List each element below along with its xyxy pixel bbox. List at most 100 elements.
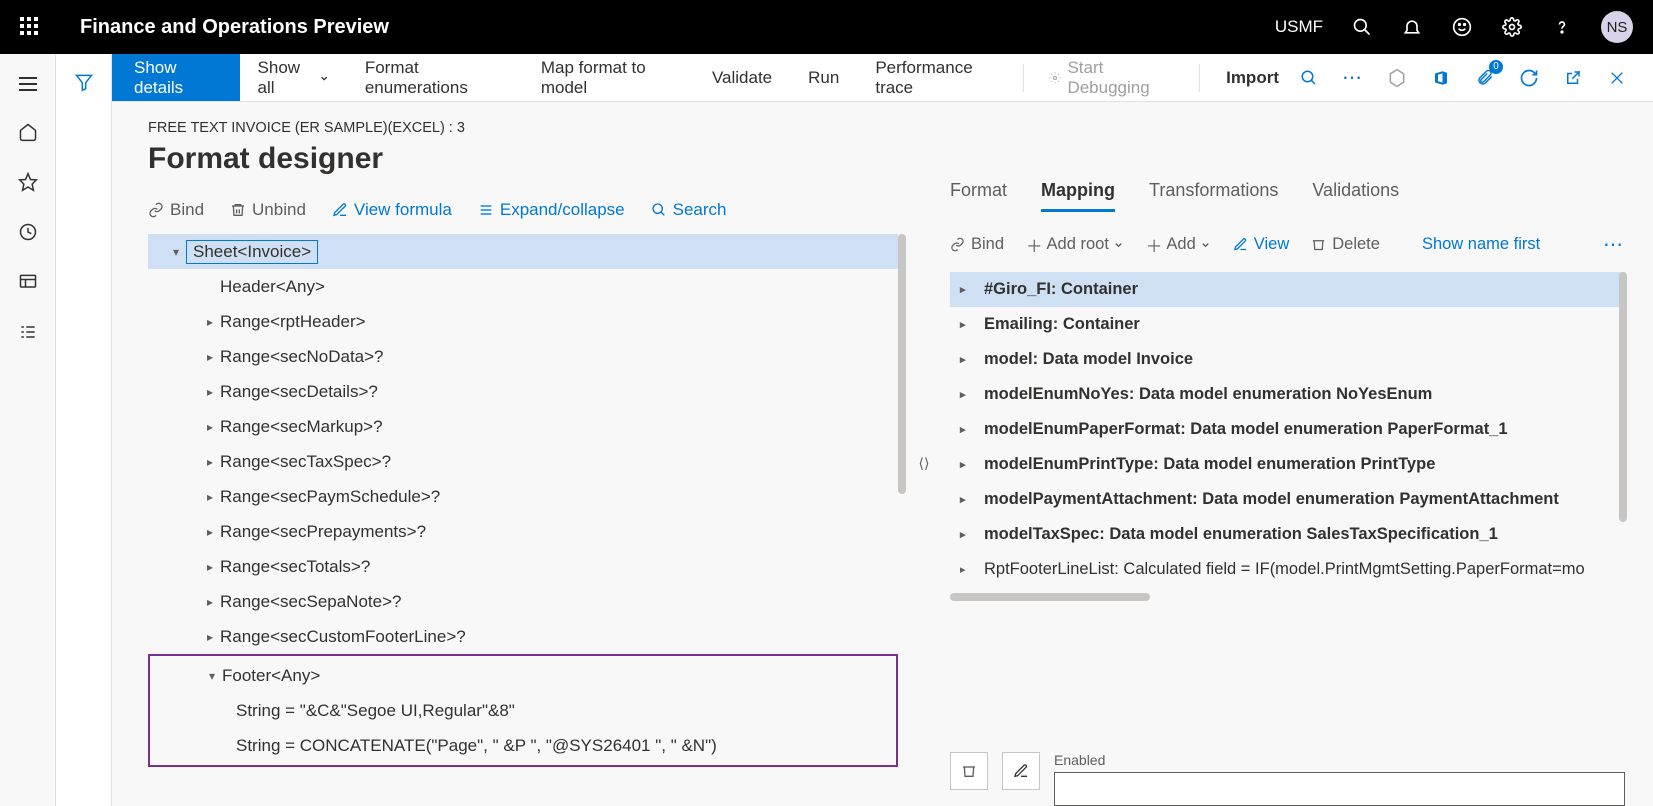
- trash-button[interactable]: [950, 752, 988, 790]
- tree-node[interactable]: ▸Range<secPrepayments>?: [148, 514, 898, 549]
- close-icon[interactable]: [1605, 66, 1629, 90]
- format-enumerations-button[interactable]: Format enumerations: [347, 54, 523, 101]
- map-node[interactable]: ▸RptFooterLineList: Calculated field = I…: [950, 552, 1625, 587]
- hamburger-icon[interactable]: [18, 76, 38, 92]
- tab-format[interactable]: Format: [950, 180, 1007, 212]
- map-delete-button[interactable]: Delete: [1311, 235, 1380, 254]
- run-button[interactable]: Run: [790, 54, 857, 101]
- map-node[interactable]: ▸modelEnumPrintType: Data model enumerat…: [950, 447, 1625, 482]
- page-title: Format designer: [148, 142, 898, 176]
- expand-collapse-button[interactable]: Expand/collapse: [478, 200, 625, 220]
- tree-node[interactable]: ▸Range<secNoData>?: [148, 339, 898, 374]
- tree-node-root[interactable]: ▾Sheet<Invoice>: [148, 234, 898, 269]
- company-code[interactable]: USMF: [1275, 17, 1323, 37]
- tab-mapping[interactable]: Mapping: [1041, 180, 1115, 212]
- show-all-menu[interactable]: Show all: [240, 54, 347, 101]
- popout-icon[interactable]: [1561, 66, 1585, 90]
- map-node[interactable]: ▸modelPaymentAttachment: Data model enum…: [950, 482, 1625, 517]
- tree-node[interactable]: ▸Range<secPaymSchedule>?: [148, 479, 898, 514]
- tab-strip: Format Mapping Transformations Validatio…: [950, 120, 1625, 212]
- breadcrumb: FREE TEXT INVOICE (ER SAMPLE)(EXCEL) : 3: [148, 120, 898, 136]
- filter-rail: [56, 54, 112, 806]
- map-node[interactable]: ▸modelTaxSpec: Data model enumeration Sa…: [950, 517, 1625, 552]
- tree-node[interactable]: ▸Range<secCustomFooterLine>?: [148, 619, 898, 654]
- left-nav-rail: [0, 54, 56, 806]
- help-icon[interactable]: [1551, 16, 1573, 38]
- home-icon[interactable]: [18, 122, 38, 142]
- top-right-controls: USMF NS: [1275, 11, 1633, 43]
- options-icon[interactable]: [1385, 66, 1409, 90]
- tree-toolbar: Bind Unbind View formula Expand/collapse…: [148, 200, 898, 220]
- workspace-icon[interactable]: [18, 272, 38, 292]
- mapping-pane: Format Mapping Transformations Validatio…: [950, 120, 1653, 806]
- map-node[interactable]: ▸model: Data model Invoice: [950, 342, 1625, 377]
- enabled-label: Enabled: [1054, 752, 1625, 768]
- edit-button[interactable]: [1002, 752, 1040, 790]
- map-view-button[interactable]: View: [1233, 235, 1289, 254]
- map-node[interactable]: ▸modelEnumNoYes: Data model enumeration …: [950, 377, 1625, 412]
- tree-node[interactable]: ▸Range<rptHeader>: [148, 304, 898, 339]
- office-icon[interactable]: [1429, 66, 1453, 90]
- map-more-icon[interactable]: ⋯: [1603, 232, 1625, 257]
- mapping-toolbar: Bind ＋Add root ＋Add View Delete Show nam…: [950, 232, 1625, 257]
- modules-icon[interactable]: [18, 322, 38, 342]
- separator: [1199, 64, 1200, 92]
- scrollbar[interactable]: [1619, 272, 1627, 522]
- tab-validations[interactable]: Validations: [1312, 180, 1399, 212]
- command-bar: Show details Show all Format enumeration…: [112, 54, 1653, 102]
- show-details-button[interactable]: Show details: [112, 54, 240, 101]
- bell-icon[interactable]: [1401, 16, 1423, 38]
- map-node[interactable]: ▸modelEnumPaperFormat: Data model enumer…: [950, 412, 1625, 447]
- performance-trace-button[interactable]: Performance trace: [857, 54, 1014, 101]
- tree-search-button[interactable]: Search: [651, 200, 727, 220]
- splitter-handle[interactable]: ⟨⟩: [918, 120, 930, 806]
- smiley-icon[interactable]: [1451, 16, 1473, 38]
- format-tree[interactable]: ▾Sheet<Invoice> Header<Any> ▸Range<rptHe…: [148, 234, 898, 767]
- tree-node[interactable]: ▸Range<secMarkup>?: [148, 409, 898, 444]
- tree-node[interactable]: ▸Range<secSepaNote>?: [148, 584, 898, 619]
- bind-button[interactable]: Bind: [148, 200, 204, 220]
- add-menu[interactable]: ＋Add: [1146, 233, 1211, 257]
- h-scrollbar[interactable]: [950, 593, 1150, 601]
- map-node[interactable]: ▸Emailing: Container: [950, 307, 1625, 342]
- tree-node[interactable]: ▸Range<secTotals>?: [148, 549, 898, 584]
- view-formula-button[interactable]: View formula: [332, 200, 452, 220]
- mapping-tree[interactable]: ▸#Giro_FI: Container ▸Emailing: Containe…: [950, 271, 1625, 587]
- map-bind-button[interactable]: Bind: [950, 235, 1004, 254]
- tree-node[interactable]: ▸Range<secTaxSpec>?: [148, 444, 898, 479]
- app-title: Finance and Operations Preview: [80, 16, 1275, 39]
- clock-icon[interactable]: [18, 222, 38, 242]
- start-debugging-button: Start Debugging: [1031, 54, 1191, 101]
- tree-node[interactable]: ▸Range<secDetails>?: [148, 374, 898, 409]
- highlighted-region: ▾Footer<Any> String = "&C&"Segoe UI,Regu…: [148, 654, 898, 767]
- star-icon[interactable]: [18, 172, 38, 192]
- tree-node[interactable]: String = CONCATENATE("Page", " &P ", "@S…: [150, 728, 896, 763]
- gear-icon[interactable]: [1501, 16, 1523, 38]
- enabled-section: Enabled: [950, 672, 1625, 806]
- enabled-input[interactable]: [1054, 772, 1625, 806]
- unbind-button[interactable]: Unbind: [230, 200, 306, 220]
- attachments-icon[interactable]: 0: [1473, 66, 1497, 90]
- tab-transformations[interactable]: Transformations: [1149, 180, 1278, 212]
- search-icon[interactable]: [1351, 16, 1373, 38]
- refresh-icon[interactable]: [1517, 66, 1541, 90]
- scrollbar[interactable]: [898, 234, 906, 494]
- waffle-icon[interactable]: [20, 17, 40, 37]
- validate-button[interactable]: Validate: [694, 54, 790, 101]
- top-navbar: Finance and Operations Preview USMF NS: [0, 0, 1653, 54]
- import-button[interactable]: Import: [1208, 54, 1297, 101]
- separator: [1023, 64, 1024, 92]
- show-name-first-button[interactable]: Show name first: [1422, 235, 1540, 254]
- add-root-menu[interactable]: ＋Add root: [1026, 233, 1124, 257]
- map-format-button[interactable]: Map format to model: [523, 54, 694, 101]
- tree-node[interactable]: Header<Any>: [148, 269, 898, 304]
- funnel-icon[interactable]: [74, 72, 94, 92]
- tree-node[interactable]: String = "&C&"Segoe UI,Regular"&8": [150, 693, 896, 728]
- search-icon[interactable]: [1297, 66, 1321, 90]
- more-icon[interactable]: ⋯: [1341, 66, 1365, 90]
- tree-node-footer[interactable]: ▾Footer<Any>: [150, 658, 896, 693]
- user-avatar[interactable]: NS: [1601, 11, 1633, 43]
- format-tree-pane: FREE TEXT INVOICE (ER SAMPLE)(EXCEL) : 3…: [148, 120, 898, 806]
- map-node[interactable]: ▸#Giro_FI: Container: [950, 272, 1625, 307]
- attachments-badge: 0: [1489, 60, 1503, 74]
